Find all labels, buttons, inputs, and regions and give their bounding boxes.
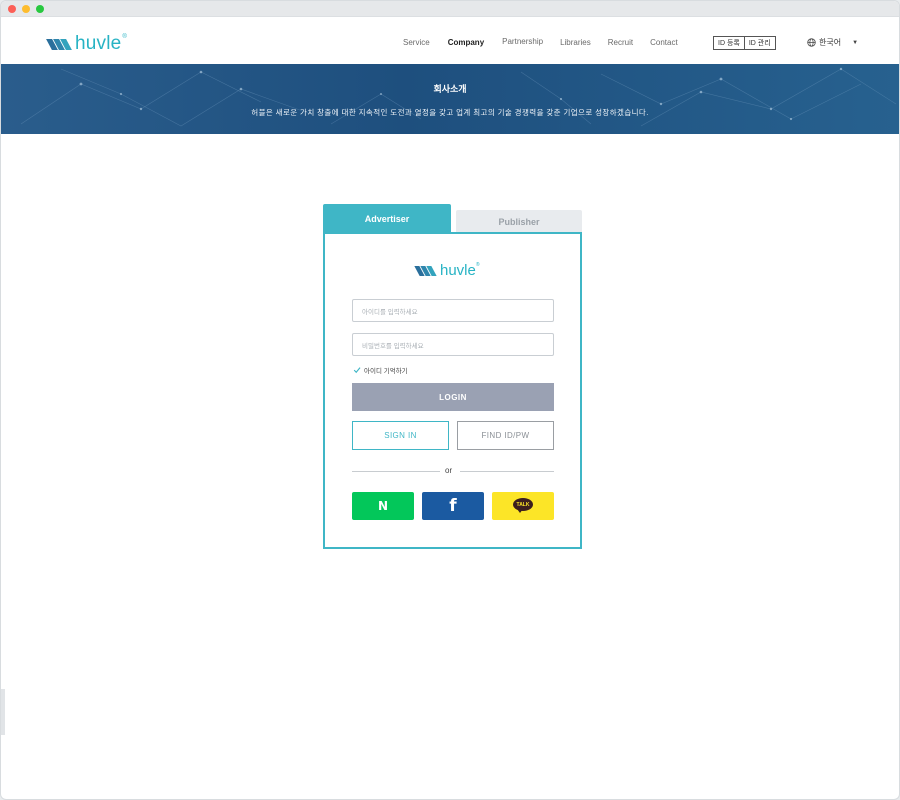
sign-in-button[interactable]: SIGN IN	[352, 421, 449, 450]
maximize-window-icon[interactable]	[36, 5, 44, 13]
id-links: ID 등록 ID 관리	[713, 36, 776, 50]
remember-id-checkbox[interactable]: 아이디 기억하기	[353, 365, 408, 375]
chevron-down-icon: ▼	[852, 39, 859, 46]
nav-item-partnership[interactable]: Partnership	[502, 37, 543, 46]
minimize-window-icon[interactable]	[22, 5, 30, 13]
panel-logo: huvle ®	[414, 261, 480, 279]
nav-item-contact[interactable]: Contact	[650, 38, 678, 47]
language-label: 한국어	[819, 38, 842, 47]
hero-title: 회사소개	[433, 84, 467, 94]
nav-item-company[interactable]: Company	[448, 38, 484, 47]
panel-logo-registered-mark: ®	[475, 261, 480, 268]
close-window-icon[interactable]	[8, 5, 16, 13]
facebook-icon: f	[449, 496, 457, 516]
login-button[interactable]: LOGIN	[352, 383, 554, 411]
nav-item-recruit[interactable]: Recruit	[608, 38, 633, 47]
main-nav: Service Company Partnership Libraries Re…	[403, 37, 678, 47]
hero-subtitle: 허블은 새로운 가치 창출에 대한 지속적인 도전과 열정을 갖고 업계 최고의…	[251, 108, 649, 117]
id-input[interactable]: 아이디를 입력하세요	[352, 299, 554, 322]
remember-id-label: 아이디 기억하기	[364, 368, 408, 375]
or-label: or	[445, 466, 453, 475]
nav-item-libraries[interactable]: Libraries	[560, 38, 591, 47]
password-input-placeholder: 비밀번호를 입력하세요	[362, 342, 424, 350]
find-id-pw-button[interactable]: FIND ID/PW	[457, 421, 554, 450]
or-divider: or	[352, 466, 554, 476]
kakao-talk-icon: TALK	[512, 498, 534, 514]
kakao-login-button[interactable]: TALK	[492, 492, 554, 520]
login-panel: huvle ® 아이디를 입력하세요 비밀번호를 입력하세요 아이디 기억하기 …	[323, 232, 582, 549]
huvle-logo-icon	[414, 265, 439, 277]
logo-text: huvle	[75, 33, 122, 54]
checkmark-icon	[353, 367, 361, 374]
naver-login-button[interactable]: N	[352, 492, 414, 520]
divider-line-left	[352, 471, 440, 472]
window-titlebar	[1, 1, 899, 17]
password-input[interactable]: 비밀번호를 입력하세요	[352, 333, 554, 356]
tab-publisher[interactable]: Publisher	[456, 210, 582, 233]
panel-logo-text: huvle	[440, 262, 476, 279]
huvle-logo-icon	[46, 37, 73, 51]
language-selector[interactable]: 한국어 ▼	[807, 37, 858, 48]
kakao-bubble-tail	[517, 509, 523, 513]
browser-window: huvle ® Service Company Partnership Libr…	[0, 0, 900, 800]
site-header: huvle ® Service Company Partnership Libr…	[1, 17, 899, 64]
logo-registered-mark: ®	[122, 34, 127, 40]
kakao-talk-label: TALK	[513, 498, 533, 511]
id-manage-link[interactable]: ID 관리	[743, 37, 775, 49]
network-pattern-decoration	[20, 67, 897, 127]
side-scroll-tab[interactable]	[1, 689, 5, 735]
id-input-placeholder: 아이디를 입력하세요	[362, 308, 418, 316]
tab-advertiser[interactable]: Advertiser	[323, 204, 451, 233]
nav-item-service[interactable]: Service	[403, 38, 430, 47]
globe-icon	[807, 38, 816, 47]
hero-banner: 회사소개 허블은 새로운 가치 창출에 대한 지속적인 도전과 열정을 갖고 업…	[1, 64, 899, 134]
divider-line-right	[460, 471, 554, 472]
site-logo[interactable]: huvle ®	[46, 33, 127, 55]
facebook-login-button[interactable]: f	[422, 492, 484, 520]
naver-icon: N	[377, 499, 389, 513]
id-register-link[interactable]: ID 등록	[714, 37, 744, 49]
